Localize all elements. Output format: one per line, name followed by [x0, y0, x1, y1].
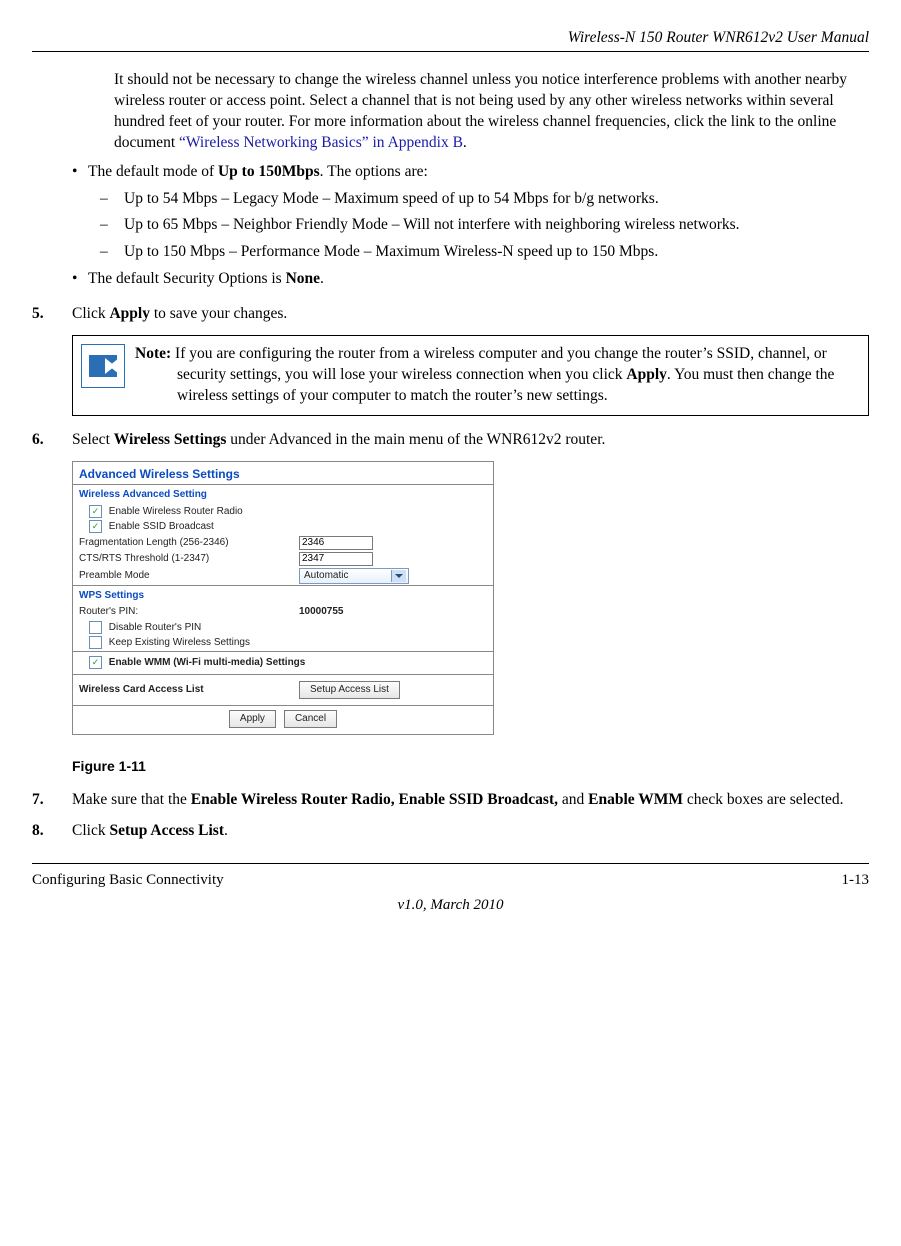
label-router-pin: Router's PIN:: [79, 605, 299, 619]
bullet-security: • The default Security Options is None.: [72, 269, 869, 290]
step-8-post: .: [224, 822, 228, 839]
bullet-dot-icon: •: [72, 269, 88, 290]
row-disable-pin: Disable Router's PIN: [73, 620, 493, 636]
cancel-button[interactable]: Cancel: [284, 710, 337, 728]
step-6-num: 6.: [32, 430, 72, 451]
footer-section: Configuring Basic Connectivity: [32, 870, 224, 890]
step-5-pre: Click: [72, 305, 109, 322]
checkbox-enable-ssid[interactable]: ✓: [89, 520, 102, 533]
row-wmm: ✓ Enable WMM (Wi-Fi multi-media) Setting…: [73, 652, 493, 674]
apply-button[interactable]: Apply: [229, 710, 276, 728]
step-6-bold: Wireless Settings: [114, 431, 227, 448]
row-enable-ssid: ✓ Enable SSID Broadcast: [73, 519, 493, 535]
row-pin: Router's PIN: 10000755: [73, 604, 493, 620]
bullet-mode-bold: Up to 150Mbps: [218, 163, 320, 180]
panel-button-bar: Apply Cancel: [73, 706, 493, 734]
header-rule: [32, 51, 869, 52]
dash-54-text: Up to 54 Mbps – Legacy Mode – Maximum sp…: [124, 189, 659, 210]
setup-access-list-button[interactable]: Setup Access List: [299, 681, 400, 699]
step-7-bold: Enable Wireless Router Radio, Enable SSI…: [191, 791, 558, 808]
row-preamble: Preamble Mode Automatic: [73, 567, 493, 585]
label-fragmentation: Fragmentation Length (256-2346): [79, 536, 299, 550]
step-5-post: to save your changes.: [150, 305, 287, 322]
label-enable-radio: Enable Wireless Router Radio: [109, 506, 243, 517]
label-cts: CTS/RTS Threshold (1-2347): [79, 552, 299, 566]
panel-title: Advanced Wireless Settings: [73, 462, 493, 484]
step-5-bold: Apply: [109, 305, 150, 322]
note-arrow-icon: [81, 344, 125, 388]
dash-icon: –: [100, 189, 124, 210]
select-preamble-value: Automatic: [304, 569, 348, 583]
row-enable-radio: ✓ Enable Wireless Router Radio: [73, 504, 493, 520]
step-8-num: 8.: [32, 821, 72, 842]
footer-page: 1-13: [842, 870, 870, 890]
dash-65-text: Up to 65 Mbps – Neighbor Friendly Mode –…: [124, 215, 740, 236]
doc-header-title: Wireless-N 150 Router WNR612v2 User Manu…: [32, 28, 869, 49]
step-7-num: 7.: [32, 790, 72, 811]
select-preamble[interactable]: Automatic: [299, 568, 409, 584]
checkbox-keep-existing[interactable]: [89, 636, 102, 649]
note-text: Note: If you are configuring the router …: [135, 344, 858, 407]
dash-54: – Up to 54 Mbps – Legacy Mode – Maximum …: [100, 189, 869, 210]
bullet-sec-post: .: [320, 270, 324, 287]
row-fragmentation: Fragmentation Length (256-2346): [73, 535, 493, 551]
intro-paragraph: It should not be necessary to change the…: [114, 70, 869, 154]
checkbox-wmm[interactable]: ✓: [89, 656, 102, 669]
note-bold: Apply: [626, 366, 667, 383]
label-enable-ssid: Enable SSID Broadcast: [109, 521, 214, 532]
step-6: 6. Select Wireless Settings under Advanc…: [32, 430, 869, 451]
row-access-list: Wireless Card Access List Setup Access L…: [73, 675, 493, 705]
chevron-down-icon: [391, 570, 406, 582]
bullet-mode-post: . The options are:: [320, 163, 428, 180]
checkbox-enable-radio[interactable]: ✓: [89, 505, 102, 518]
step-7-mid: and: [558, 791, 588, 808]
advanced-wireless-settings-panel: Advanced Wireless Settings Wireless Adva…: [72, 461, 494, 735]
value-router-pin: 10000755: [299, 605, 344, 619]
label-access-list: Wireless Card Access List: [79, 683, 299, 697]
label-wmm: Enable WMM (Wi-Fi multi-media) Settings: [109, 657, 306, 668]
section-wps: WPS Settings: [73, 586, 493, 605]
step-8-bold: Setup Access List: [109, 822, 224, 839]
step-5: 5. Click Apply to save your changes.: [32, 304, 869, 325]
input-fragmentation[interactable]: [299, 536, 373, 550]
figure-caption: Figure 1-11: [72, 757, 869, 776]
bullet-mode-pre: The default mode of: [88, 163, 218, 180]
footer-version: v1.0, March 2010: [32, 895, 869, 915]
step-8: 8. Click Setup Access List.: [32, 821, 869, 842]
note-label: Note:: [135, 345, 171, 362]
footer-row: Configuring Basic Connectivity 1-13: [32, 870, 869, 890]
dash-150: – Up to 150 Mbps – Performance Mode – Ma…: [100, 242, 869, 263]
bullet-dot-icon: •: [72, 162, 88, 183]
step-7-bold2: Enable WMM: [588, 791, 683, 808]
step-6-post: under Advanced in the main menu of the W…: [226, 431, 605, 448]
bullet-sec-bold: None: [286, 270, 320, 287]
dash-150-text: Up to 150 Mbps – Performance Mode – Maxi…: [124, 242, 658, 263]
wireless-basics-link[interactable]: “Wireless Networking Basics” in Appendix…: [179, 134, 463, 151]
bullet-mode: • The default mode of Up to 150Mbps. The…: [72, 162, 869, 183]
step-8-pre: Click: [72, 822, 109, 839]
label-disable-pin: Disable Router's PIN: [109, 622, 202, 633]
section-wireless-advanced: Wireless Advanced Setting: [73, 485, 493, 504]
intro-text-b: .: [463, 134, 467, 151]
step-5-num: 5.: [32, 304, 72, 325]
note-box: Note: If you are configuring the router …: [72, 335, 869, 416]
label-preamble: Preamble Mode: [79, 569, 299, 583]
dash-icon: –: [100, 215, 124, 236]
footer-rule: [32, 863, 869, 864]
row-cts: CTS/RTS Threshold (1-2347): [73, 551, 493, 567]
step-6-pre: Select: [72, 431, 114, 448]
step-7-post: check boxes are selected.: [683, 791, 844, 808]
step-7-pre: Make sure that the: [72, 791, 191, 808]
dash-65: – Up to 65 Mbps – Neighbor Friendly Mode…: [100, 215, 869, 236]
dash-icon: –: [100, 242, 124, 263]
label-keep-existing: Keep Existing Wireless Settings: [109, 638, 250, 649]
input-cts[interactable]: [299, 552, 373, 566]
step-7: 7. Make sure that the Enable Wireless Ro…: [32, 790, 869, 811]
checkbox-disable-pin[interactable]: [89, 621, 102, 634]
bullet-sec-pre: The default Security Options is: [88, 270, 286, 287]
row-keep-existing: Keep Existing Wireless Settings: [73, 635, 493, 651]
